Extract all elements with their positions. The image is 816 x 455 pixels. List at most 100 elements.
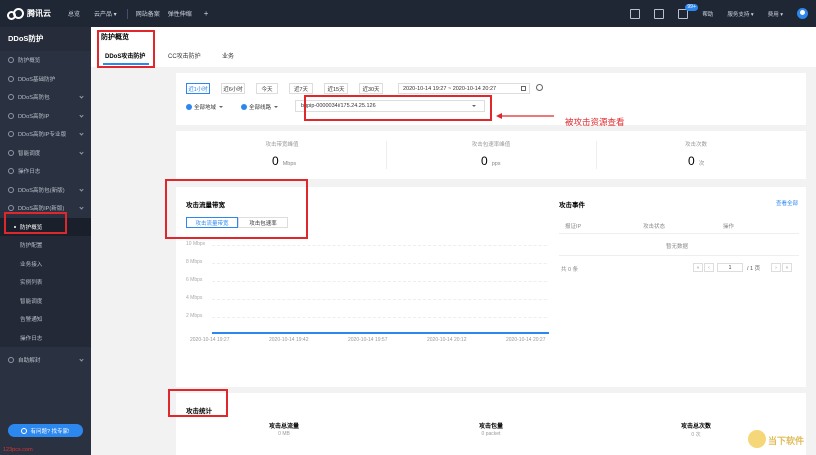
- time-range-button[interactable]: 近7天: [289, 83, 313, 94]
- x-tick-label: 2020-10-14 20:27: [506, 337, 546, 343]
- sidebar-item-label: 自助解封: [18, 358, 41, 365]
- nav-icp[interactable]: 网站备案: [136, 9, 160, 18]
- tab-attack-pps[interactable]: 攻击包速率: [238, 217, 288, 228]
- column-header: 操作: [723, 224, 735, 230]
- mail-icon[interactable]: 99+: [678, 3, 698, 19]
- nav-autoscaling[interactable]: 弹性伸缩: [168, 9, 192, 18]
- sidebar-item[interactable]: DDoS高防IP(新版): [0, 199, 91, 218]
- top-bar: 腾讯云 总览 云产品 ▾ 网站备案 弹性伸缩 + 99+ 帮助 服务支持 ▾ 费…: [0, 0, 816, 27]
- tab-business[interactable]: 业务: [222, 51, 234, 60]
- sidebar-item[interactable]: 智能调度: [0, 144, 91, 163]
- sidebar-item[interactable]: DDoS基础防护: [0, 70, 91, 89]
- prev-page-button[interactable]: ‹: [704, 263, 714, 272]
- document-icon[interactable]: [654, 8, 665, 19]
- menu-item-icon: [8, 131, 14, 138]
- cloud-logo-icon: [7, 7, 24, 20]
- column-header: 报证IP: [565, 224, 582, 230]
- time-range-button[interactable]: 近30天: [359, 83, 383, 94]
- top-nav: 总览 云产品 ▾ 网站备案 弹性伸缩 +: [60, 8, 209, 19]
- sidebar-item-label: 智能调度: [18, 150, 41, 157]
- nav-add-shortcut[interactable]: +: [204, 9, 209, 18]
- message-badge: 99+: [685, 3, 698, 11]
- time-range-button[interactable]: 近6小时: [221, 83, 245, 94]
- x-tick-label: 2020-10-14 19:42: [269, 337, 309, 343]
- active-dot: [14, 225, 16, 228]
- chevron-down-icon: [79, 149, 84, 155]
- grid-icon[interactable]: [630, 8, 641, 19]
- sidebar-item[interactable]: 操作日志: [0, 162, 91, 181]
- sidebar-item[interactable]: DDoS高防IP: [0, 107, 91, 126]
- section-title: 攻击统计: [186, 408, 212, 415]
- refresh-icon[interactable]: [536, 84, 543, 91]
- divider: [596, 141, 597, 169]
- help-link[interactable]: 帮助: [702, 10, 713, 18]
- total-count: 共 0 条: [561, 267, 579, 273]
- user-avatar[interactable]: [797, 8, 808, 19]
- nav-products[interactable]: 云产品 ▾: [94, 9, 117, 18]
- billing-menu[interactable]: 费用 ▾: [768, 10, 783, 18]
- menu-item-icon: [8, 94, 14, 101]
- sidebar-subitem[interactable]: 操作日志: [0, 328, 91, 347]
- calendar-icon: [521, 86, 526, 91]
- next-page-button[interactable]: ›: [771, 263, 781, 272]
- region-select[interactable]: 全部地域: [186, 101, 224, 112]
- question-icon: [21, 427, 28, 434]
- resource-ip-select[interactable]: bgpip-0000034i/175.24.25.126: [295, 100, 485, 112]
- menu-item-icon: [8, 75, 14, 82]
- page-number-input[interactable]: 1: [717, 263, 743, 272]
- chevron-down-icon: [79, 357, 84, 362]
- sidebar-item[interactable]: 防护概览: [0, 51, 91, 70]
- chevron-down-icon: [79, 205, 84, 210]
- tab-cc-protection[interactable]: CC攻击防护: [168, 51, 201, 60]
- time-range-button[interactable]: 近15天: [324, 83, 348, 94]
- sidebar-subitem[interactable]: 告警通知: [0, 310, 91, 329]
- main-content: 防护概览 DDoS攻击防护 CC攻击防护 业务 近1小时 近6小时 今天 近7天 近15…: [91, 27, 816, 455]
- sidebar-subitem[interactable]: 智能调度: [0, 291, 91, 310]
- metric-value: 0 Mbps: [272, 154, 297, 168]
- first-page-button[interactable]: «: [693, 263, 703, 272]
- sidebar-subitem-label: 告警通知: [20, 317, 43, 324]
- nav-overview[interactable]: 总览: [68, 9, 80, 18]
- datetime-range-input[interactable]: 2020-10-14 19:27 ~ 2020-10-14 20:27: [398, 83, 530, 94]
- annotation-text: 被攻击资源查看: [565, 117, 625, 127]
- last-page-button[interactable]: »: [782, 263, 792, 272]
- sidebar-item[interactable]: DDoS高防IP专业版: [0, 125, 91, 144]
- sidebar-subitem[interactable]: 防护概览: [0, 217, 91, 236]
- stat-value: 0 packet: [481, 431, 501, 437]
- attack-stats-panel: 攻击统计 攻击总流量 0 MB 攻击包量 0 packet 攻击总次数 0 次: [176, 393, 806, 455]
- tab-attack-bandwidth[interactable]: 攻击流量带宽: [186, 217, 238, 228]
- sidebar-subitem[interactable]: 业务接入: [0, 254, 91, 273]
- caret-down-icon: [219, 105, 224, 108]
- sidebar-item-label: 防护概览: [18, 58, 41, 65]
- menu-item-icon: [8, 149, 14, 156]
- time-range-button[interactable]: 近1小时: [186, 83, 210, 94]
- divider: [559, 255, 799, 256]
- menu-item-icon: [8, 57, 14, 64]
- sidebar-subitem[interactable]: 防护配置: [0, 236, 91, 255]
- active-tab-indicator: [103, 63, 149, 65]
- menu-item-icon: [8, 168, 14, 175]
- sidebar-subitem[interactable]: 实例列表: [0, 273, 91, 292]
- sidebar-item-self-unblock[interactable]: 自助解封: [0, 351, 91, 370]
- nav-divider: [126, 8, 128, 19]
- y-tick-label: 10 Mbps: [186, 241, 206, 247]
- ask-expert-button[interactable]: 有问题? 找专家!: [8, 424, 83, 437]
- x-tick-label: 2020-10-14 19:27: [190, 337, 230, 343]
- tab-ddos-protection[interactable]: DDoS攻击防护: [105, 51, 145, 60]
- sidebar-item-label: DDoS高防IP(新版): [18, 206, 65, 213]
- x-tick-label: 2020-10-14 19:57: [348, 337, 388, 343]
- support-menu[interactable]: 服务支持 ▾: [727, 10, 753, 18]
- tencent-cloud-logo[interactable]: 腾讯云: [0, 7, 60, 20]
- sidebar-item[interactable]: DDoS高防包: [0, 88, 91, 107]
- metrics-panel: 攻击带宽峰值 0 Mbps 攻击包速率峰值 0 pps 攻击次数 0次: [176, 131, 806, 179]
- sidebar-item-label: DDoS基础防护: [18, 76, 56, 83]
- y-tick-label: 2 Mbps: [186, 313, 203, 319]
- sidebar-item[interactable]: DDoS高防包(新版): [0, 181, 91, 200]
- view-all-link[interactable]: 查看全部: [776, 199, 798, 207]
- time-range-button[interactable]: 今天: [256, 83, 278, 94]
- caret-down-icon: [472, 105, 476, 107]
- chevron-down-icon: [79, 131, 84, 136]
- sidebar: DDoS防护 防护概览 DDoS基础防护 DDoS高防包 DDoS高防IP DDoS高防…: [0, 27, 91, 455]
- line-select[interactable]: 全部线路: [241, 101, 279, 112]
- x-tick-label: 2020-10-14 20:12: [427, 337, 467, 343]
